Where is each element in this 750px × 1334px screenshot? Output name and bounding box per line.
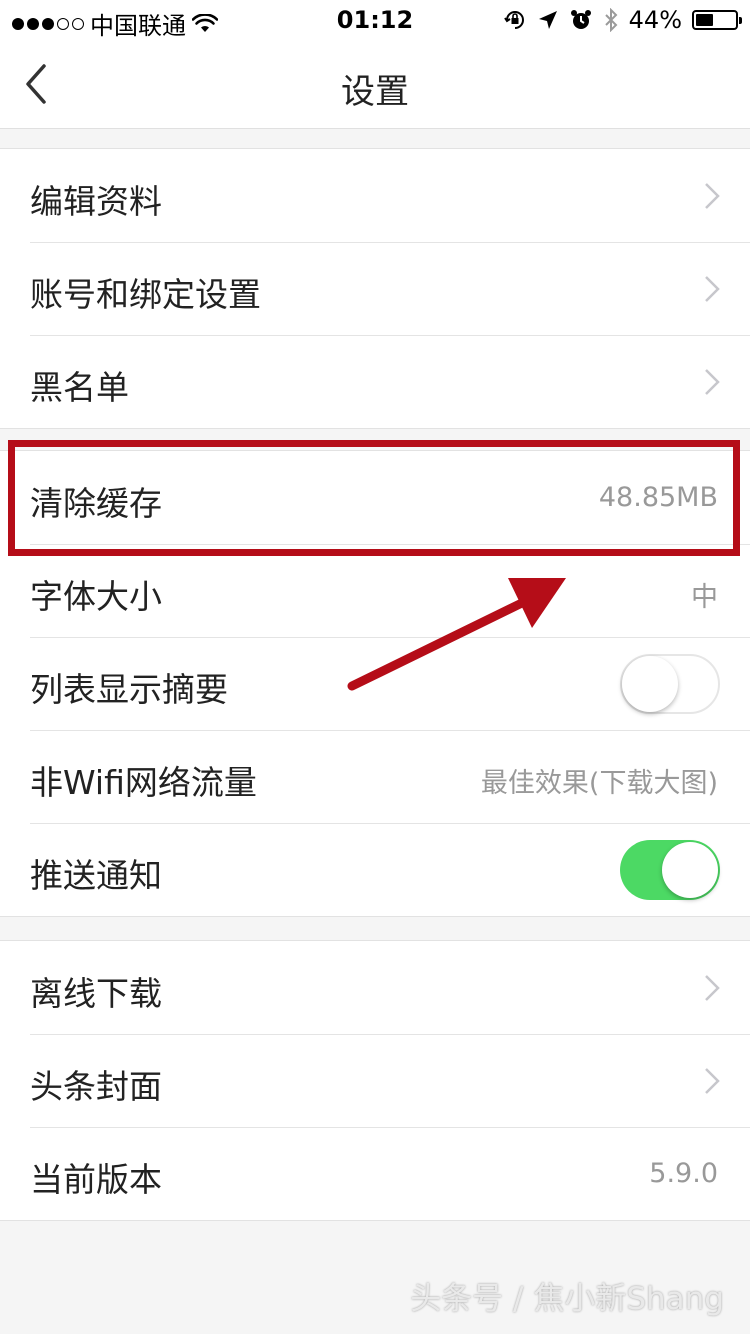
settings-item-label: 编辑资料 — [30, 182, 162, 221]
settings-item-label: 账号和绑定设置 — [30, 275, 261, 314]
toggle-knob — [662, 842, 718, 898]
settings-item-label: 离线下载 — [30, 974, 162, 1013]
settings-item-account-binding[interactable]: 账号和绑定设置 — [0, 242, 750, 335]
chevron-right-icon — [705, 1068, 720, 1094]
settings-item-clear-cache[interactable]: 清除缓存 48.85MB — [0, 451, 750, 544]
non-wifi-traffic-value: 最佳效果(下载大图) — [480, 768, 718, 799]
version-value: 5.9.0 — [649, 1158, 718, 1189]
chevron-right-icon — [705, 276, 720, 302]
navigation-bar: 设置 — [0, 40, 750, 129]
battery-icon — [692, 10, 742, 30]
settings-item-offline-download[interactable]: 离线下载 — [0, 941, 750, 1034]
settings-group-preferences: 清除缓存 48.85MB 字体大小 中 列表显示摘要 非Wifi网络流量 最佳效… — [0, 450, 750, 917]
chevron-right-icon — [705, 975, 720, 1001]
font-size-value: 中 — [691, 582, 718, 613]
location-arrow-icon — [538, 11, 557, 29]
bluetooth-icon — [604, 8, 618, 32]
page-title: 设置 — [341, 72, 409, 112]
push-notifications-toggle[interactable] — [620, 840, 720, 900]
settings-group-profile: 编辑资料 账号和绑定设置 黑名单 — [0, 148, 750, 429]
list-summary-toggle[interactable] — [620, 654, 720, 714]
cache-size-value: 48.85MB — [598, 482, 718, 513]
settings-item-list-summary: 列表显示摘要 — [0, 637, 750, 730]
settings-item-label: 非Wifi网络流量 — [30, 763, 257, 802]
settings-item-label: 推送通知 — [30, 856, 162, 895]
settings-item-label: 黑名单 — [30, 368, 129, 407]
toggle-knob — [622, 656, 678, 712]
settings-item-label: 列表显示摘要 — [30, 670, 228, 709]
settings-item-headline-cover[interactable]: 头条封面 — [0, 1034, 750, 1127]
settings-item-label: 清除缓存 — [30, 484, 162, 523]
alarm-clock-icon — [570, 10, 591, 29]
settings-item-label: 头条封面 — [30, 1067, 162, 1106]
chevron-right-icon — [705, 369, 720, 395]
settings-item-font-size[interactable]: 字体大小 中 — [0, 544, 750, 637]
rotation-lock-icon — [503, 11, 524, 29]
settings-item-label: 字体大小 — [30, 577, 162, 616]
settings-item-blacklist[interactable]: 黑名单 — [0, 335, 750, 428]
settings-item-push-notifications: 推送通知 — [0, 823, 750, 916]
settings-item-edit-profile[interactable]: 编辑资料 — [0, 149, 750, 242]
battery-level-fill — [696, 14, 713, 26]
chevron-right-icon — [705, 183, 720, 209]
battery-percent: 44% — [628, 6, 682, 34]
status-bar: 中国联通 01:12 44% — [0, 0, 750, 40]
settings-group-misc: 离线下载 头条封面 当前版本 5.9.0 — [0, 940, 750, 1221]
settings-item-non-wifi-traffic[interactable]: 非Wifi网络流量 最佳效果(下载大图) — [0, 730, 750, 823]
settings-item-label: 当前版本 — [30, 1160, 162, 1199]
watermark: 头条号 / 焦小新Shang — [410, 1281, 724, 1317]
settings-item-current-version: 当前版本 5.9.0 — [0, 1127, 750, 1220]
status-right: 44% — [503, 6, 742, 34]
